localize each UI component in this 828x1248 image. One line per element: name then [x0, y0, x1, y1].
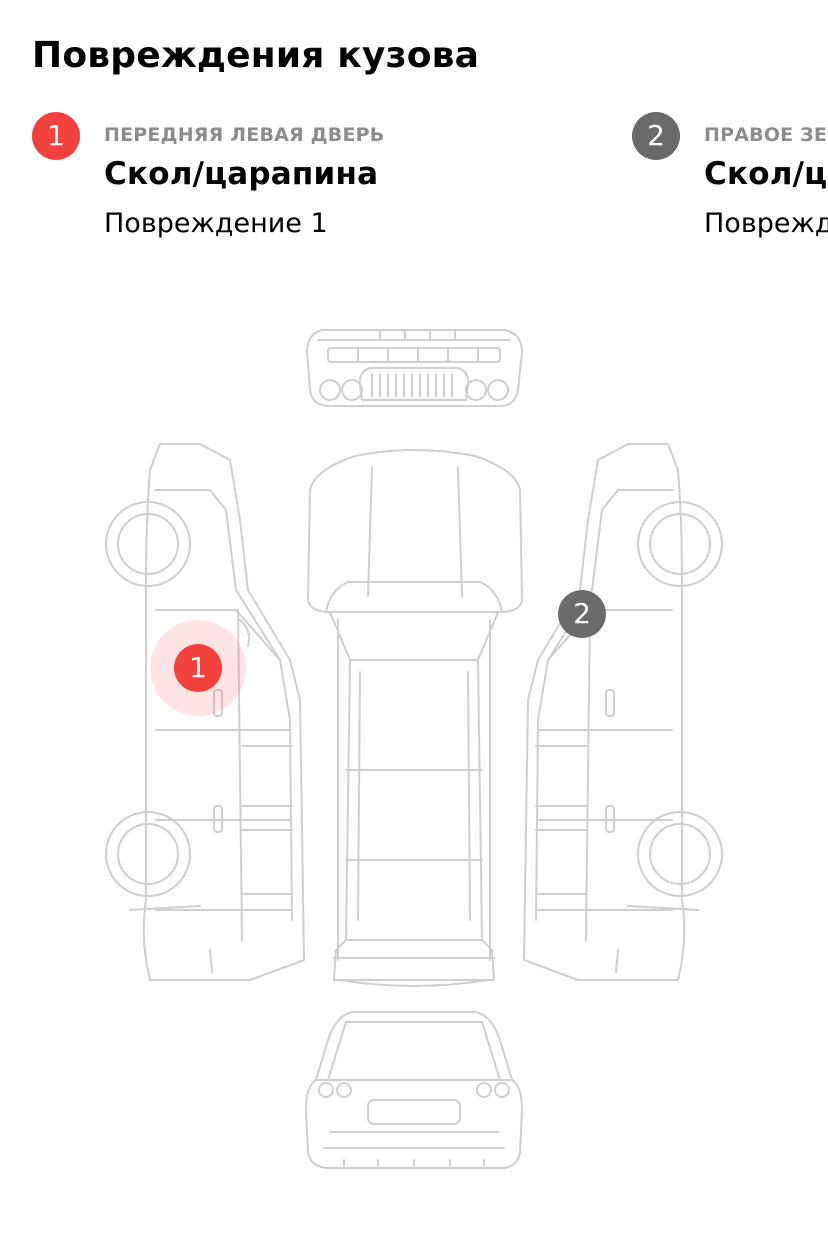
car-right-side-view[interactable] [523, 443, 723, 981]
damage-item-1[interactable]: 1 ПЕРЕДНЯЯ ЛЕВАЯ ДВЕРЬ Скол/царапина Пов… [32, 112, 592, 252]
car-outline-svg [105, 329, 723, 1169]
damage-type: Скол/царапина [104, 156, 379, 192]
damage-marker-1[interactable]: 1 [174, 644, 222, 692]
car-top-view[interactable] [307, 449, 523, 987]
damage-item-2[interactable]: 2 ПРАВОЕ ЗЕРКАЛО Скол/царапина Поврежден… [632, 112, 828, 252]
damage-type: Скол/царапина [704, 156, 828, 192]
car-front-view[interactable] [306, 329, 523, 407]
damage-part-label: ПРАВОЕ ЗЕРКАЛО [704, 124, 828, 146]
damage-description: Повреждение 2 [704, 208, 828, 239]
damage-description: Повреждение 1 [104, 208, 328, 239]
car-body-diagram[interactable]: 1 2 [0, 300, 828, 1200]
damage-number-badge: 2 [632, 112, 680, 160]
damage-list[interactable]: 1 ПЕРЕДНЯЯ ЛЕВАЯ ДВЕРЬ Скол/царапина Пов… [0, 112, 828, 252]
damage-part-label: ПЕРЕДНЯЯ ЛЕВАЯ ДВЕРЬ [104, 124, 385, 146]
damage-number-badge: 1 [32, 112, 80, 160]
car-rear-view[interactable] [305, 1011, 523, 1169]
damage-marker-2[interactable]: 2 [558, 590, 606, 638]
page-title: Повреждения кузова [32, 35, 480, 76]
